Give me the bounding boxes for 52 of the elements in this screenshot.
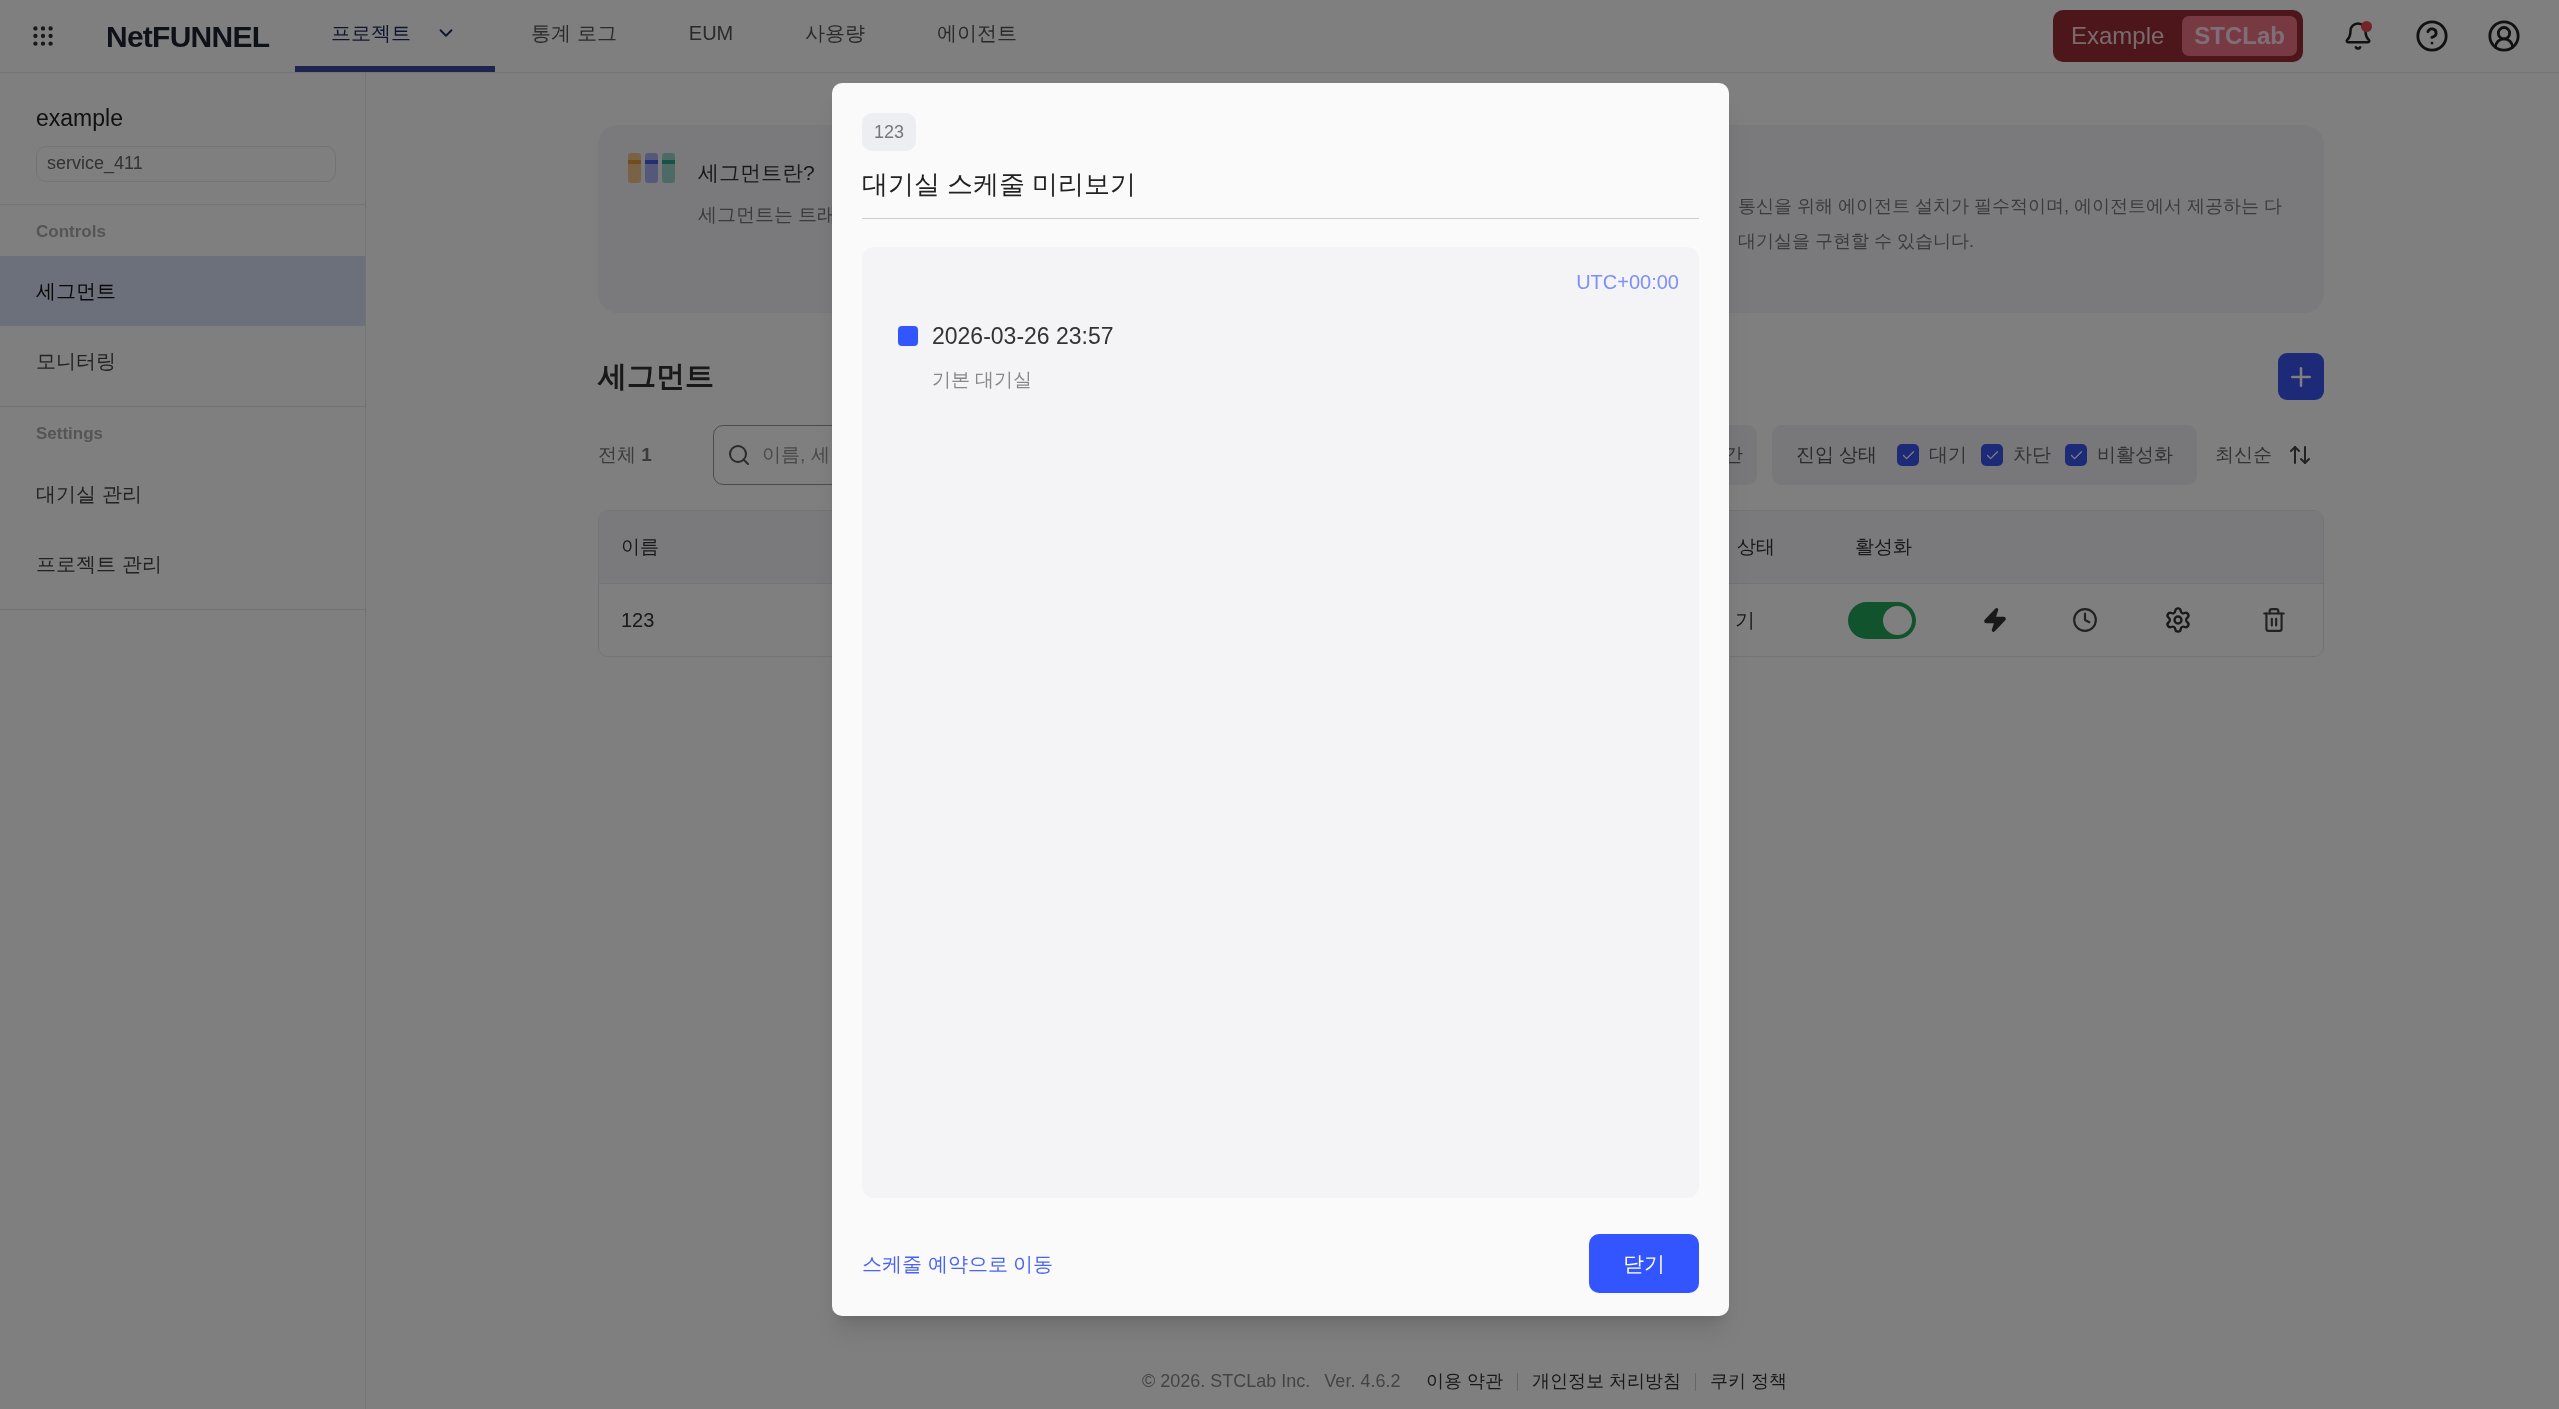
checkbox[interactable] — [1897, 444, 1919, 466]
checkbox[interactable] — [2065, 444, 2087, 466]
add-button[interactable] — [2278, 353, 2324, 400]
column-header: 활성화 — [1854, 534, 1912, 559]
column-header: 상태 — [1736, 534, 1776, 559]
schedule-link[interactable]: 스케줄 예약으로 이동 — [862, 1248, 1054, 1279]
footer-link[interactable]: 이용 약관 — [1426, 1368, 1504, 1395]
checkbox-label: 비활성화 — [2097, 442, 2173, 467]
table-cell-text: 기 — [1734, 608, 1756, 633]
close-button[interactable]: 닫기 — [1589, 1234, 1699, 1293]
event-room: 기본 대기실 — [932, 367, 1034, 392]
checkbox-label: 차단 — [2013, 442, 2051, 467]
footer-link[interactable]: 쿠키 정책 — [1710, 1368, 1788, 1395]
checkbox[interactable] — [1981, 444, 2003, 466]
info-description: 통신을 위해 에이전트 설치가 필수적이며, 에이전트에서 제공하는 다 — [1738, 195, 2282, 218]
trash-icon[interactable] — [2261, 607, 2287, 633]
search-icon — [727, 443, 751, 467]
timezone-label: UTC+00:00 — [1576, 270, 1679, 295]
table-cell-text: 123 — [621, 608, 655, 633]
account-icon[interactable] — [2487, 19, 2521, 53]
footer-link[interactable]: 개인정보 처리방침 — [1532, 1368, 1682, 1395]
version: Ver. 4.6.2 — [1324, 1370, 1401, 1393]
settings-icon[interactable] — [2163, 606, 2192, 634]
app-grid-icon[interactable] — [30, 23, 56, 49]
filter-label: 진입 상태 — [1795, 442, 1877, 467]
event-time: 2026-03-26 23:57 — [932, 322, 1114, 351]
nav-tab[interactable]: 통계 로그 — [495, 0, 653, 72]
checkbox-label: 대기 — [1929, 442, 1967, 467]
info-title: 세그먼트란? — [698, 160, 815, 186]
copyright: © 2026. STCLab Inc. — [1142, 1370, 1311, 1393]
service-field[interactable]: service_411 — [36, 145, 336, 182]
sidebar-item[interactable]: 세그먼트 — [0, 256, 365, 326]
notification-bell-icon[interactable] — [2343, 21, 2373, 51]
dialog-title: 대기실 스케줄 미리보기 — [862, 165, 1699, 219]
help-icon[interactable] — [2415, 19, 2449, 53]
total-count: 전체 1 — [598, 442, 653, 467]
segment-tag: 123 — [862, 113, 917, 151]
nav-tab[interactable]: 에이전트 — [901, 0, 1054, 72]
toggle-switch[interactable] — [1848, 601, 1916, 639]
nav-tab[interactable]: EUM — [652, 0, 770, 72]
bolt-icon[interactable] — [1982, 607, 2008, 633]
info-description: 대기실을 구현할 수 있습니다. — [1738, 230, 1974, 253]
clock-icon[interactable] — [2072, 607, 2098, 633]
workspace-option[interactable]: Example — [2058, 16, 2177, 56]
section-heading: 세그먼트 — [598, 358, 714, 394]
project-name: example — [36, 104, 124, 133]
segment-bars-icon — [628, 153, 676, 183]
nav-tab[interactable]: 사용량 — [769, 0, 902, 72]
logo: NetFUNNEL — [106, 18, 270, 55]
sort-label[interactable]: 최신순 — [2215, 440, 2272, 470]
column-header: 이름 — [621, 534, 659, 559]
sort-icon[interactable] — [2288, 443, 2312, 467]
